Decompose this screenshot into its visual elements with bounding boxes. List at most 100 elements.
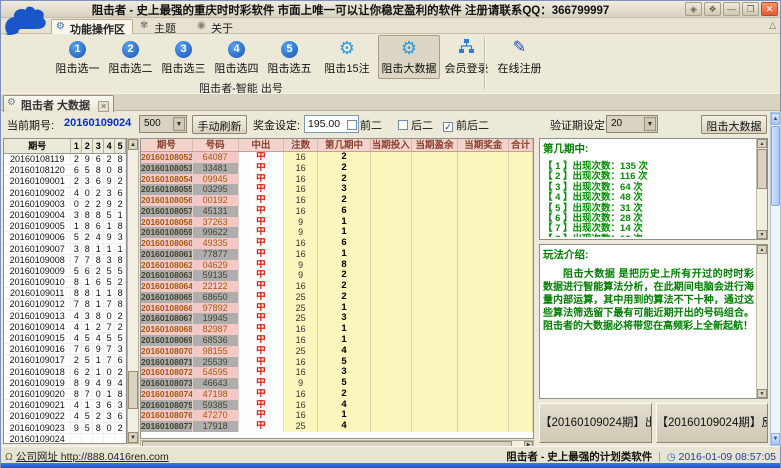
table-row[interactable]: 2016010805745131中166 [141, 206, 533, 217]
scrollbar-thumb[interactable] [771, 126, 780, 206]
table-row[interactable]: 2016010901862102 [4, 367, 126, 378]
table-row[interactable]: 2016010806359135中92 [141, 270, 533, 281]
table-row[interactable]: 2016010902245236 [4, 411, 126, 422]
table-row[interactable]: 2016010901545455 [4, 333, 126, 344]
checkbox-front-two[interactable]: 前二 [347, 117, 382, 133]
table-row[interactable]: 2016010805999622中91 [141, 227, 533, 238]
table-row[interactable]: 2016010805600192中162 [141, 195, 533, 206]
checkbox-front-back-two[interactable]: ✓前后二 [443, 117, 489, 133]
scrollbar-thumb[interactable] [128, 371, 138, 409]
table-row[interactable]: 2016010806719945中253 [141, 313, 533, 324]
table-row[interactable]: 2016010807098155中254 [141, 346, 533, 357]
table-row[interactable]: 2016010807647270中161 [141, 410, 533, 421]
table-row[interactable]: 20160109024 [4, 434, 126, 444]
collapse-ribbon-icon[interactable]: △ [769, 20, 776, 31]
scroll-up-icon[interactable]: ▲ [771, 113, 780, 125]
toolbar-button-阻击选四[interactable]: 4阻击选四 [210, 35, 263, 79]
table-row[interactable]: 2016010900877838 [4, 255, 126, 266]
table-row[interactable]: 2016010807559385中164 [141, 400, 533, 411]
table-row[interactable]: 2016010902087018 [4, 389, 126, 400]
pin-button[interactable]: ◈ [685, 2, 702, 16]
table-row[interactable]: 2016010901081652 [4, 277, 126, 288]
scrollbar-thumb[interactable] [757, 149, 767, 189]
table-row[interactable]: 2016010806882987中161 [141, 324, 533, 335]
main-vertical-scrollbar[interactable]: ▲ ▼ [770, 112, 781, 446]
toolbar-button-阻击选一[interactable]: 1阻击选一 [51, 35, 104, 79]
period-cell: 20160108075 [141, 400, 193, 411]
tab-function-area[interactable]: ⚙ 功能操作区 [51, 19, 133, 34]
table-row[interactable]: 2016010901343802 [4, 311, 126, 322]
table-row[interactable]: 2016010900123692 [4, 176, 126, 187]
table-row[interactable]: 2016010806049335中166 [141, 238, 533, 249]
toolbar-button-阻击15注[interactable]: ⚙阻击15注 [316, 35, 378, 79]
toolbar-button-阻击选三[interactable]: 3阻击选三 [157, 35, 210, 79]
table-row[interactable]: 2016010807254595中163 [141, 367, 533, 378]
sample-count-dropdown[interactable]: 500 ▼ [139, 115, 187, 133]
period-cell: 20160108058 [141, 217, 193, 228]
table-row[interactable]: 2016010805409945中162 [141, 174, 533, 185]
intro-scrollbar[interactable]: ▲ ▼ [756, 245, 767, 398]
table-row[interactable]: 2016010900956255 [4, 266, 126, 277]
table-row[interactable]: 2016010812065808 [4, 165, 126, 176]
toolbar-button-阻击选二[interactable]: 2阻击选二 [104, 35, 157, 79]
table-row[interactable]: 2016010900240236 [4, 188, 126, 199]
table-row[interactable]: 2016010806422122中162 [141, 281, 533, 292]
scroll-up-icon[interactable]: ▲ [757, 245, 767, 254]
stats-scrollbar[interactable]: ▲ ▼ [756, 139, 767, 239]
doc-tab-big-data[interactable]: ⚙ 阻击者 大数据 × [3, 95, 114, 112]
table-row[interactable]: 2016010900738111 [4, 244, 126, 255]
scroll-down-icon[interactable]: ▼ [771, 433, 780, 445]
table-row[interactable]: 2016010902141363 [4, 400, 126, 411]
table-row[interactable]: 2016010807346643中95 [141, 378, 533, 389]
table-row[interactable]: 2016010902395802 [4, 423, 126, 434]
stake-count-cell: 16 [284, 184, 318, 195]
close-button[interactable]: ✕ [761, 2, 778, 16]
table-row[interactable]: 2016010806204629中98 [141, 260, 533, 271]
digit-cell: 5 [82, 355, 93, 365]
minimize-button[interactable]: — [723, 2, 740, 16]
table-row[interactable]: 2016010901725176 [4, 355, 126, 366]
table-row[interactable]: 2016010900302292 [4, 199, 126, 210]
close-tab-icon[interactable]: × [98, 101, 109, 112]
snipe-big-data-button[interactable]: 阻击大数据 [701, 115, 767, 134]
table-row[interactable]: 2016010806177877中161 [141, 249, 533, 260]
scroll-up-icon[interactable]: ▲ [128, 139, 138, 150]
table-row[interactable]: 2016010805264087中162 [141, 152, 533, 163]
table-row[interactable]: 2016010901676973 [4, 344, 126, 355]
draw-number-button[interactable]: 【20160109024期】出号 [539, 403, 652, 443]
toolbar-button-阻击选五[interactable]: 5阻击选五 [263, 35, 316, 79]
scroll-up-icon[interactable]: ▲ [757, 139, 767, 148]
scroll-down-icon[interactable]: ▼ [757, 389, 767, 398]
verify-period-dropdown[interactable]: 20 ▼ [606, 115, 658, 133]
table-row[interactable]: 2016010901278178 [4, 299, 126, 310]
reverse-set-button[interactable]: 【20160109024期】反集 [656, 403, 769, 443]
table-row[interactable]: 2016010805503295中163 [141, 184, 533, 195]
toolbar-button-阻击大数据[interactable]: ⚙阻击大数据 [378, 35, 440, 79]
table-row[interactable]: 2016010900652493 [4, 232, 126, 243]
table-row[interactable]: 2016010805837263中91 [141, 217, 533, 228]
table-row[interactable]: 2016010807717918中254 [141, 421, 533, 432]
table-row[interactable]: 2016010807125539中165 [141, 357, 533, 368]
scroll-down-icon[interactable]: ▼ [757, 230, 767, 239]
tab-about[interactable]: ◉ 关于 [193, 19, 240, 34]
table-row[interactable]: 2016010811929628 [4, 154, 126, 165]
table-row[interactable]: 2016010807447198中162 [141, 389, 533, 400]
table-row[interactable]: 2016010901441272 [4, 322, 126, 333]
table-row[interactable]: 2016010900438851 [4, 210, 126, 221]
tab-theme[interactable]: ✾ 主题 [136, 19, 183, 34]
left-table-scrollbar[interactable]: ▲ ▼ [127, 138, 139, 444]
table-row[interactable]: 2016010805333481中162 [141, 163, 533, 174]
table-row[interactable]: 2016010806568650中252 [141, 292, 533, 303]
checkbox-back-two[interactable]: 后二 [398, 117, 433, 133]
toolbar-button-在线注册[interactable]: ✎在线注册 [493, 35, 546, 79]
scroll-down-icon[interactable]: ▼ [128, 432, 138, 443]
table-row[interactable]: 2016010901989494 [4, 378, 126, 389]
manual-refresh-button[interactable]: 手动刷新 [192, 115, 247, 134]
table-row[interactable]: 2016010900518618 [4, 221, 126, 232]
table-row[interactable]: 2016010901188118 [4, 288, 126, 299]
restore-button[interactable]: ❐ [742, 2, 759, 16]
skin-button[interactable]: ❖ [704, 2, 721, 16]
company-url-link[interactable]: Ω公司网址 http://888.0416ren.com [5, 449, 169, 464]
table-row[interactable]: 2016010806968536中161 [141, 335, 533, 346]
table-row[interactable]: 2016010806697892中251 [141, 303, 533, 314]
